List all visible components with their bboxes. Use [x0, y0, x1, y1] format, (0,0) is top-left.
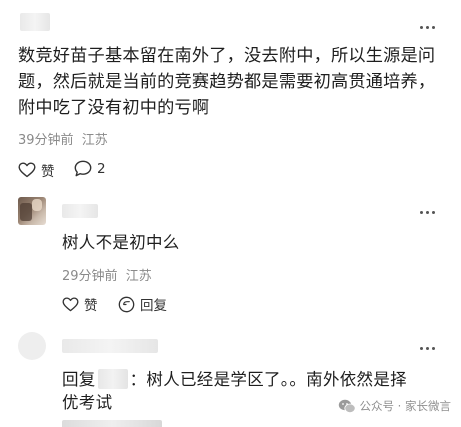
avatar[interactable]: [18, 332, 46, 360]
truncated-next-comment: [62, 420, 162, 427]
heart-icon: [18, 162, 36, 178]
wechat-icon: [338, 399, 356, 413]
reply1-meta: 29分钟前 江苏: [62, 265, 152, 284]
more-icon[interactable]: [420, 207, 435, 217]
heart-icon: [62, 296, 79, 311]
commenter-name-blurred: [20, 13, 50, 31]
watermark: 公众号 · 家长微言: [338, 398, 451, 414]
comment-icon: [74, 160, 92, 177]
more-icon[interactable]: [420, 343, 435, 353]
watermark-text: 公众号 · 家长微言: [359, 399, 451, 413]
comment-like-button[interactable]: 赞: [18, 160, 55, 180]
like-label: 赞: [84, 298, 98, 314]
reply2-name-blurred: [62, 339, 158, 353]
reply1-like-button[interactable]: 赞: [62, 294, 98, 314]
comment-time: 39分钟前: [18, 133, 74, 148]
comment-location: 江苏: [81, 133, 108, 148]
reply-icon: [118, 296, 135, 312]
avatar[interactable]: [18, 197, 46, 225]
like-label: 赞: [41, 164, 55, 180]
reply-count: 2: [97, 160, 106, 177]
comment-text: 数竞好苗子基本留在南外了，没去附中，所以生源是问题，然后就是当前的竞赛趋势都是需…: [18, 46, 436, 118]
comment-meta: 39分钟前 江苏: [18, 129, 108, 148]
reply1-text: 树人不是初中么: [62, 233, 180, 252]
reply1-time: 29分钟前: [62, 269, 118, 284]
reply1-name-blurred: [62, 204, 98, 218]
reply-label: 回复: [140, 298, 167, 314]
more-icon[interactable]: [420, 22, 435, 32]
mentioned-user-blurred: [97, 369, 128, 389]
reply1-reply-button[interactable]: 回复: [118, 294, 167, 314]
reply-prefix: 回复: [62, 370, 96, 389]
reply1-location: 江苏: [125, 269, 152, 284]
comment-reply-count-button[interactable]: 2: [74, 160, 106, 177]
